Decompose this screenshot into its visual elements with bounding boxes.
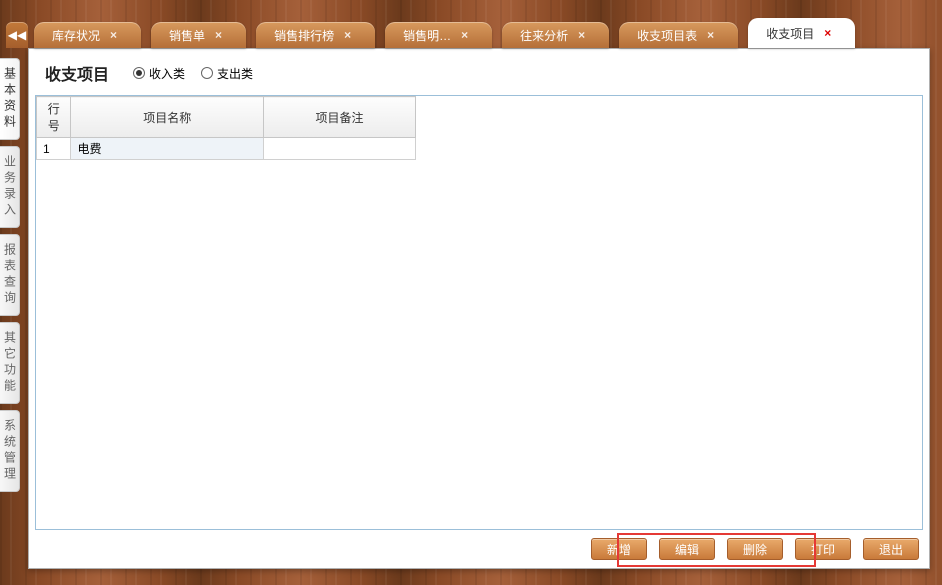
- panel-header: 收支项目 收入类 支出类: [29, 49, 929, 93]
- cell-remark[interactable]: [263, 138, 415, 160]
- close-icon[interactable]: ×: [822, 26, 833, 40]
- tab-label: 往来分析: [520, 27, 568, 44]
- close-icon[interactable]: ×: [108, 28, 119, 42]
- table-row[interactable]: 1 电费: [37, 138, 416, 160]
- radio-icon: [201, 67, 213, 79]
- tab-io-table[interactable]: 收支项目表 ×: [619, 22, 738, 48]
- tab-sales-detail[interactable]: 销售明… ×: [385, 22, 492, 48]
- sidebar: 基本资料 业务录入 报表查询 其它功能 系统管理: [0, 58, 20, 585]
- tab-label: 销售单: [169, 27, 205, 44]
- sidebar-item-label: 业务录入: [4, 155, 16, 219]
- add-button[interactable]: 新增: [591, 538, 647, 560]
- panel-title: 收支项目: [45, 61, 109, 85]
- sidebar-item-business-entry[interactable]: 业务录入: [0, 146, 20, 228]
- sidebar-item-label: 系统管理: [4, 419, 16, 483]
- tab-sales-order[interactable]: 销售单 ×: [151, 22, 246, 48]
- sidebar-item-label: 其它功能: [4, 331, 16, 395]
- footer-toolbar: 新增 编辑 删除 打印 退出: [29, 530, 929, 568]
- exit-button[interactable]: 退出: [863, 538, 919, 560]
- cell-name[interactable]: 电费: [71, 138, 264, 160]
- sidebar-item-system-manage[interactable]: 系统管理: [0, 410, 20, 492]
- tab-io-item[interactable]: 收支项目 ×: [748, 18, 855, 48]
- tab-inventory[interactable]: 库存状况 ×: [34, 22, 141, 48]
- close-icon[interactable]: ×: [342, 28, 353, 42]
- table-header-row: 行号 项目名称 项目备注: [37, 97, 416, 138]
- tab-label: 销售排行榜: [274, 27, 334, 44]
- edit-button[interactable]: 编辑: [659, 538, 715, 560]
- close-icon[interactable]: ×: [705, 28, 716, 42]
- col-header-rownum[interactable]: 行号: [37, 97, 71, 138]
- tab-label: 库存状况: [52, 27, 100, 44]
- radio-label: 支出类: [217, 65, 253, 82]
- sidebar-item-basic-data[interactable]: 基本资料: [0, 58, 20, 140]
- sidebar-item-label: 报表查询: [4, 243, 16, 307]
- category-radio-group: 收入类 支出类: [133, 65, 253, 82]
- radio-icon: [133, 67, 145, 79]
- radio-income[interactable]: 收入类: [133, 65, 185, 82]
- sidebar-item-report-query[interactable]: 报表查询: [0, 234, 20, 316]
- tab-label: 收支项目表: [637, 27, 697, 44]
- tab-label: 收支项目: [766, 25, 814, 42]
- radio-expense[interactable]: 支出类: [201, 65, 253, 82]
- tab-label: 销售明…: [403, 27, 451, 44]
- grid-empty-area: [36, 160, 922, 529]
- sidebar-item-other-func[interactable]: 其它功能: [0, 322, 20, 404]
- sidebar-item-label: 基本资料: [4, 67, 16, 131]
- tab-scroll-left[interactable]: ◀◀: [6, 22, 28, 48]
- tab-sales-rank[interactable]: 销售排行榜 ×: [256, 22, 375, 48]
- close-icon[interactable]: ×: [459, 28, 470, 42]
- cell-rownum: 1: [37, 138, 71, 160]
- chevron-left-icon: ◀◀: [8, 28, 26, 42]
- work-panel: 收支项目 收入类 支出类 行号 项目名称 项目备注 1: [28, 48, 930, 569]
- tab-contact-analysis[interactable]: 往来分析 ×: [502, 22, 609, 48]
- radio-label: 收入类: [149, 65, 185, 82]
- close-icon[interactable]: ×: [576, 28, 587, 42]
- close-icon[interactable]: ×: [213, 28, 224, 42]
- data-grid[interactable]: 行号 项目名称 项目备注 1 电费: [35, 95, 923, 530]
- tab-strip: ◀◀ 库存状况 × 销售单 × 销售排行榜 × 销售明… × 往来分析 × 收支…: [0, 18, 942, 48]
- print-button[interactable]: 打印: [795, 538, 851, 560]
- col-header-name[interactable]: 项目名称: [71, 97, 264, 138]
- delete-button[interactable]: 删除: [727, 538, 783, 560]
- col-header-remark[interactable]: 项目备注: [263, 97, 415, 138]
